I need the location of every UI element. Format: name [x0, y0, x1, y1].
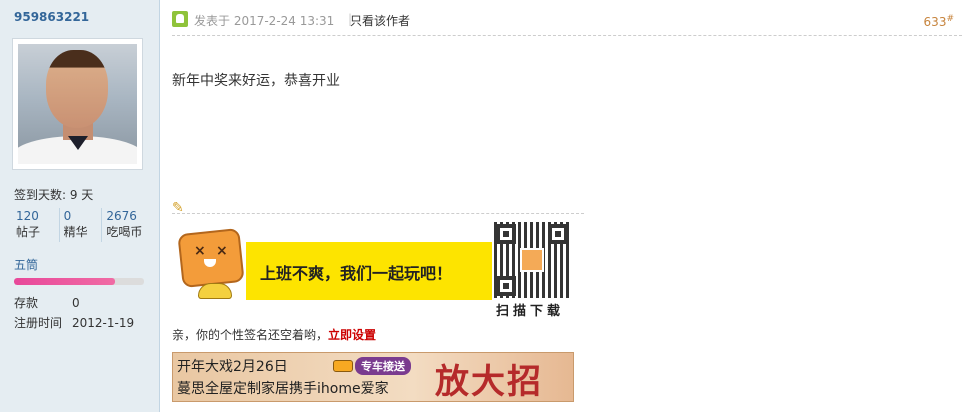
- ad-subline: 蔓思全屋定制家居携手ihome爱家: [177, 381, 389, 397]
- stat-digest-value[interactable]: 0: [64, 208, 98, 224]
- signature-empty-text: 亲，你的个性签名还空着哟，: [172, 328, 329, 342]
- stat-posts-value[interactable]: 120: [16, 208, 55, 224]
- grade-progress-bar: [14, 278, 144, 285]
- avatar[interactable]: [12, 38, 143, 170]
- ad-big-text: 放大招: [435, 362, 543, 402]
- user-grade[interactable]: 五筒: [14, 256, 38, 273]
- deposit-value: 0: [72, 296, 80, 310]
- signature-banner-text: 上班不爽，我们一起玩吧！: [260, 264, 453, 283]
- stat-digest[interactable]: 0 精华: [58, 208, 102, 242]
- floor-number-value: 633: [923, 15, 947, 29]
- qr-caption: 扫描下载: [496, 304, 565, 319]
- signature-setup-link[interactable]: 立即设置: [328, 328, 376, 342]
- deposit-row: 存款 0: [14, 294, 80, 311]
- author-stats: 120 帖子 0 精华 2676 吃喝币: [14, 208, 148, 242]
- floor-number[interactable]: 633#: [924, 14, 954, 29]
- ad-shuttle-badge: 专车接送: [333, 357, 411, 375]
- register-label: 注册时间: [14, 316, 63, 330]
- stat-coins-value[interactable]: 2676: [106, 208, 144, 224]
- post-message: 新年中奖来好运，恭喜开业: [172, 73, 340, 89]
- stat-posts[interactable]: 120 帖子: [14, 208, 59, 242]
- register-row: 注册时间 2012-1-19: [14, 314, 134, 331]
- ad-headline: 开年大戏2月26日: [177, 359, 288, 375]
- signature-banner-strip: 上班不爽，我们一起玩吧！: [246, 242, 492, 300]
- ad-shuttle-label: 专车接送: [355, 357, 411, 375]
- deposit-label: 存款: [14, 296, 39, 310]
- floor-suffix: #: [946, 14, 954, 24]
- stat-posts-label: 帖子: [16, 225, 41, 239]
- view-author-only-link[interactable]: 只看该作者: [350, 12, 410, 29]
- signature-divider: [172, 213, 584, 214]
- stat-digest-label: 精华: [63, 225, 88, 239]
- stat-coins[interactable]: 2676 吃喝币: [101, 208, 148, 242]
- checkin-days: 签到天数: 9 天: [14, 188, 94, 202]
- post-timestamp: 发表于 2017-2-24 13:31: [194, 14, 335, 28]
- grade-progress-fill: [14, 278, 116, 285]
- stat-coins-label: 吃喝币: [106, 225, 143, 239]
- author-username[interactable]: 959863221: [14, 10, 89, 24]
- author-profile-panel: 959863221 签到天数: 9 天 120 帖子 0 精华 2676 吃喝币…: [0, 0, 160, 412]
- signature-banner[interactable]: × × 上班不爽，我们一起玩吧！ 扫描下载: [176, 222, 576, 319]
- bus-icon: [333, 360, 353, 372]
- box-mascot-icon: × ×: [176, 225, 246, 301]
- register-value: 2012-1-19: [72, 316, 135, 330]
- online-user-icon: [172, 11, 188, 27]
- avatar-photo: [18, 44, 137, 164]
- post-header: 发表于 2017-2-24 13:31 | 只看该作者 633#: [172, 10, 962, 36]
- ad-banner[interactable]: 开年大戏2月26日 专车接送 蔓思全屋定制家居携手ihome爱家 放大招: [172, 352, 574, 402]
- qr-code-icon: [494, 222, 570, 298]
- signature-empty-note: 亲，你的个性签名还空着哟，立即设置: [172, 326, 376, 343]
